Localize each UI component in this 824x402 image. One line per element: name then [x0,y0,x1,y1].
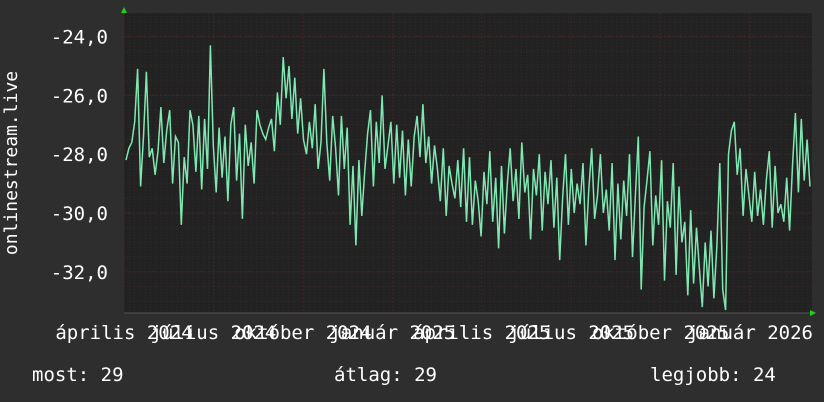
y-tick-label: -30,0 [51,203,108,225]
y-tick-label: -24,0 [51,27,108,49]
chart: -24,0 -26,0 -28,0 -30,0 -32,0 április 2024jú… [1,7,816,344]
current-value: most: 29 [32,364,124,386]
x-tick-label: január 2026 [687,322,813,344]
best-value: legjobb: 24 [650,364,776,386]
y-tick-label: -26,0 [51,85,108,107]
y-tick-label: -32,0 [51,262,108,284]
x-tick-labels: április 2024július 2024október 2024januá… [55,322,813,344]
average-value: átlag: 29 [334,364,437,386]
y-tick-labels: -24,0 -26,0 -28,0 -30,0 -32,0 [51,27,108,284]
y-tick-label: -28,0 [51,144,108,166]
y-axis-label: onlinestream.live [1,71,22,255]
x-axis-arrow-icon [810,310,816,316]
y-axis-arrow-icon [121,7,127,13]
